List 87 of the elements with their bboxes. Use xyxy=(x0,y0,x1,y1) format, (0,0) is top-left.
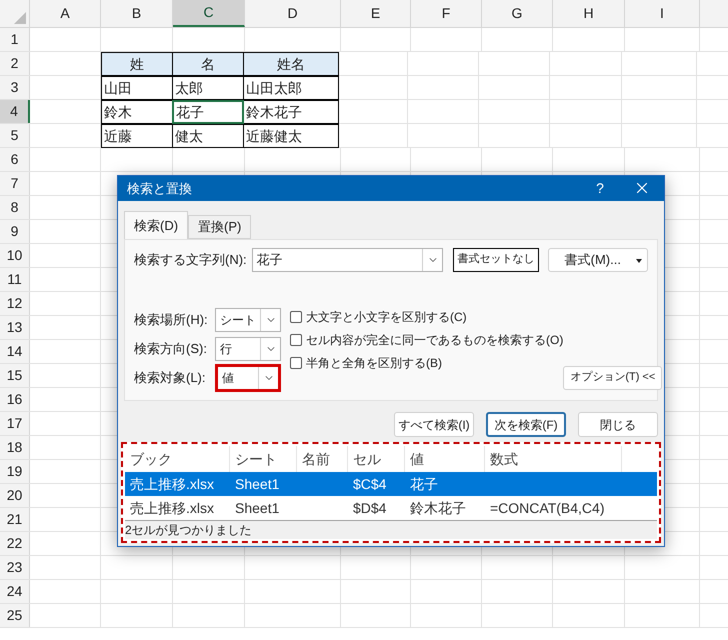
option-label: 検索場所(H): xyxy=(134,310,209,329)
results-cell: Sheet1 xyxy=(235,476,280,492)
checkbox-label: 半角と全角を区別する(B) xyxy=(306,355,442,372)
results-cell: =CONCAT(B4,C4) xyxy=(490,500,604,516)
column-header[interactable]: E xyxy=(341,0,411,27)
row-header[interactable]: 10 xyxy=(0,244,30,267)
dropdown-field[interactable]: 行 xyxy=(215,336,281,361)
corner-triangle-icon xyxy=(14,12,26,24)
checkbox-label: 大文字と小文字を区別する(C) xyxy=(306,309,467,326)
dropdown-value: 値 xyxy=(221,370,235,387)
checkbox[interactable] xyxy=(290,357,302,370)
row-header[interactable]: 13 xyxy=(0,316,30,339)
row-header[interactable]: 12 xyxy=(0,292,30,315)
row-header[interactable]: 14 xyxy=(0,340,30,363)
find-what-label: 検索する文字列(N): xyxy=(134,250,248,269)
row-header[interactable]: 3 xyxy=(0,76,30,99)
dialog-tab[interactable]: 検索(D) xyxy=(124,210,188,239)
table-cell: 近藤健太 xyxy=(243,124,339,148)
table-cell: 太郎 xyxy=(172,76,244,100)
row-header[interactable]: 1 xyxy=(0,28,30,51)
table-cell: 山田太郎 xyxy=(243,76,339,100)
option-label: 検索対象(L): xyxy=(134,368,206,387)
row-header[interactable]: 25 xyxy=(0,604,30,627)
table-header-cell: 姓名 xyxy=(243,52,339,76)
checkbox[interactable] xyxy=(290,334,302,346)
column-header[interactable]: G xyxy=(482,0,553,27)
dialog-button[interactable]: 閉じる xyxy=(578,412,658,438)
table-cell: 山田 xyxy=(101,76,173,100)
options-button[interactable]: オプション(T) << xyxy=(563,366,662,390)
dialog-tab[interactable]: 置換(P) xyxy=(188,214,252,239)
row-header[interactable]: 6 xyxy=(0,148,30,171)
table-header-cell: 姓 xyxy=(101,52,173,76)
dialog-button[interactable]: 次を検索(F) xyxy=(486,412,566,438)
status-bar: 2セルが見つかりました xyxy=(125,520,657,540)
column-header[interactable]: A xyxy=(30,0,101,27)
dropdown-value: シート xyxy=(219,312,257,329)
column-header[interactable]: H xyxy=(553,0,625,27)
row-header[interactable]: 5 xyxy=(0,124,30,147)
find-what-value: 花子 xyxy=(256,250,284,269)
row-header[interactable]: 18 xyxy=(0,436,30,459)
row-header[interactable]: 16 xyxy=(0,388,30,411)
row-header[interactable]: 4 xyxy=(0,100,30,123)
row-header[interactable]: 17 xyxy=(0,412,30,435)
results-cell: 鈴木花子 xyxy=(410,500,466,516)
results-cell: 花子 xyxy=(410,476,438,492)
results-cell: Sheet1 xyxy=(235,500,280,516)
window-title: 検索と置換 xyxy=(127,180,193,198)
table-cell: 鈴木花子 xyxy=(243,100,339,124)
results-row[interactable]: 売上推移.xlsx Sheet1 $C$4 花子 xyxy=(125,472,657,496)
row-header[interactable]: 15 xyxy=(0,364,30,387)
row-header[interactable]: 8 xyxy=(0,196,30,219)
find-what-field[interactable]: 花子 xyxy=(252,248,444,272)
row-header[interactable]: 11 xyxy=(0,268,30,291)
table-cell: 花子 xyxy=(172,100,244,124)
row-header[interactable]: 19 xyxy=(0,460,30,483)
table-header-cell: 名 xyxy=(172,52,244,76)
checkbox[interactable] xyxy=(290,311,302,324)
column-header[interactable]: D xyxy=(245,0,341,27)
column-header[interactable]: I xyxy=(625,0,700,27)
column-header[interactable]: F xyxy=(411,0,482,27)
option-label: 検索方向(S): xyxy=(134,340,208,358)
dropdown-value: 行 xyxy=(219,340,233,358)
row-header[interactable]: 21 xyxy=(0,508,30,531)
row-header[interactable]: 20 xyxy=(0,484,30,507)
column-header[interactable]: C xyxy=(173,0,245,27)
format-button[interactable]: 書式(M)... xyxy=(548,248,648,272)
checkbox-label: セル内容が完全に同一であるものを検索する(O) xyxy=(306,332,564,350)
results-cell: $D$4 xyxy=(353,500,386,516)
row-header[interactable]: 24 xyxy=(0,580,30,603)
help-button[interactable]: ? xyxy=(580,178,620,199)
results-cell: 売上推移.xlsx xyxy=(130,500,214,516)
table-cell: 近藤 xyxy=(101,124,173,148)
caret-icon xyxy=(636,258,642,263)
dialog-button[interactable]: すべて検索(I) xyxy=(394,412,474,438)
results-cell: 売上推移.xlsx xyxy=(130,476,214,492)
row-header[interactable]: 2 xyxy=(0,52,30,75)
row-header[interactable]: 9 xyxy=(0,220,30,243)
format-preview: 書式セットなし xyxy=(453,248,539,272)
results-cell: $C$4 xyxy=(353,476,386,492)
table-cell: 健太 xyxy=(172,124,244,148)
table-cell: 鈴木 xyxy=(101,100,173,124)
row-header[interactable]: 23 xyxy=(0,556,30,579)
row-header[interactable]: 7 xyxy=(0,172,30,195)
row-header[interactable]: 22 xyxy=(0,532,30,555)
dropdown-field[interactable]: シート xyxy=(215,308,281,332)
dropdown-field[interactable]: 値 xyxy=(215,364,281,392)
results-row[interactable]: 売上推移.xlsx Sheet1 $D$4 鈴木花子 =CONCAT(B4,C4) xyxy=(125,496,657,520)
